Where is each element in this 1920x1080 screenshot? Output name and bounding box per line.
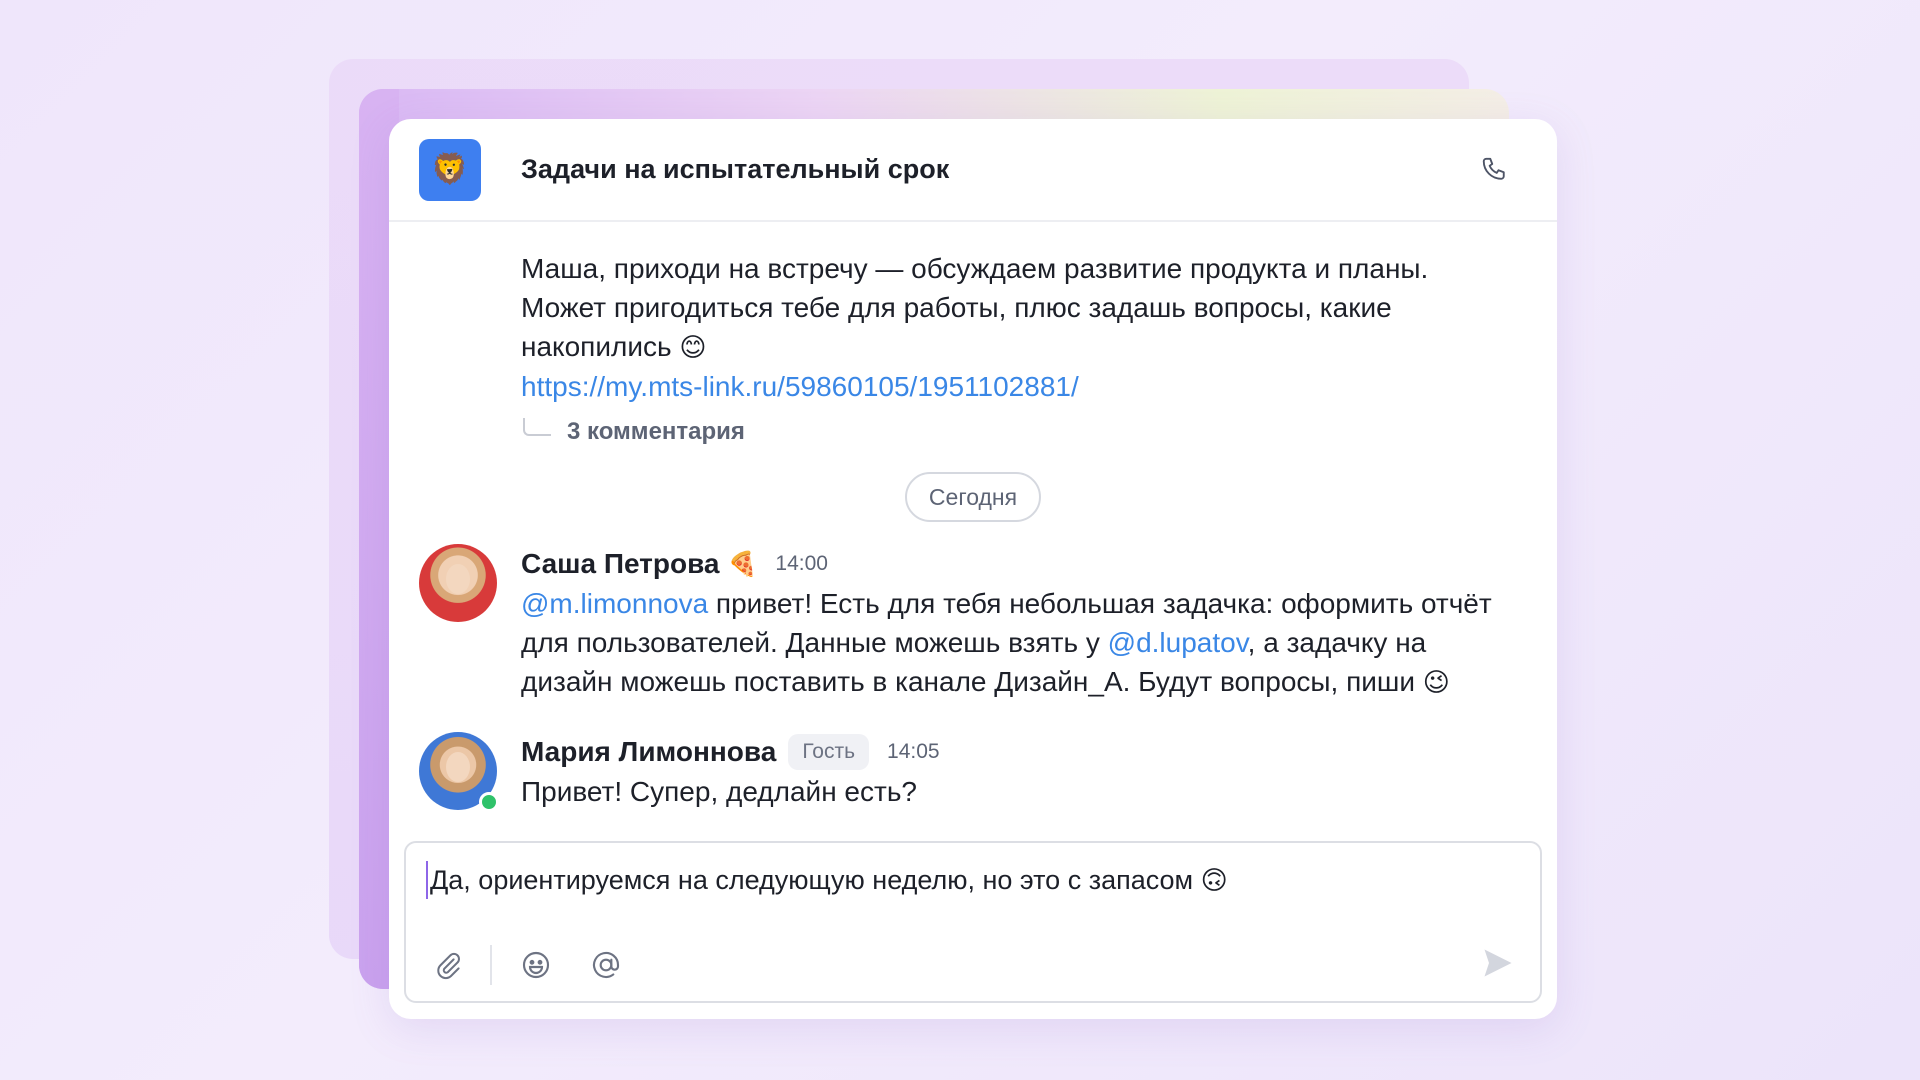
lion-emoji-icon: 🦁 — [431, 153, 469, 186]
emoji-button[interactable] — [514, 943, 558, 987]
comments-thread-link[interactable]: 3 комментария — [523, 418, 1527, 446]
emoji-icon — [522, 951, 550, 979]
send-icon — [1484, 949, 1512, 977]
avatar[interactable] — [419, 732, 499, 812]
composer-toolbar — [426, 943, 628, 987]
message-item: Мария Лимоннова Гость 14:05 Привет! Супе… — [419, 732, 1527, 812]
date-chip: Сегодня — [904, 472, 1042, 522]
upside-down-emoji-icon: 🙃 — [1200, 865, 1228, 895]
chat-window: 🦁 Задачи на испытательный срок Маша, при… — [389, 119, 1557, 1019]
online-status-icon — [479, 792, 499, 812]
message-fragment: для пользователей. Данные можешь взять у — [521, 627, 1108, 658]
chat-avatar[interactable]: 🦁 — [419, 138, 481, 201]
pizza-emoji-icon: 🍕 — [727, 550, 758, 578]
message-text: @m.limonnova привет! Есть для тебя небол… — [521, 584, 1527, 702]
message-feed: Маша, приходи на встречу — обсуждаем раз… — [389, 222, 1557, 812]
attach-button[interactable] — [426, 943, 470, 987]
message-time: 14:00 — [775, 552, 828, 575]
send-button[interactable] — [1474, 939, 1522, 987]
mention-icon — [593, 951, 620, 979]
message-line: Может пригодиться тебе для работы, плюс … — [521, 292, 1392, 323]
author-name[interactable]: Саша Петрова — [521, 548, 720, 580]
message-line: накопились — [521, 331, 672, 362]
chat-header: 🦁 Задачи на испытательный срок — [389, 119, 1557, 222]
author-name[interactable]: Мария Лимоннова — [521, 736, 776, 768]
mention-button[interactable] — [584, 943, 628, 987]
message-fragment: привет! Есть для тебя небольшая задачка:… — [708, 588, 1492, 619]
mention-link[interactable]: @m.limonnova — [521, 588, 708, 619]
avatar-face — [446, 752, 470, 782]
paperclip-icon — [437, 952, 460, 980]
message-fragment: дизайн можешь поставить в канале Дизайн_… — [521, 666, 1415, 697]
message-header: Мария Лимоннова Гость 14:05 — [521, 732, 1527, 772]
message-time: 14:05 — [887, 740, 940, 763]
wink-emoji-icon: 😉 — [1422, 667, 1450, 697]
message-header: Саша Петрова 🍕 14:00 — [521, 544, 1527, 584]
chat-title: Задачи на испытательный срок — [521, 154, 950, 184]
comments-count: 3 комментария — [567, 418, 745, 445]
mention-link[interactable]: @d.lupatov — [1108, 627, 1248, 658]
avatar-face — [446, 564, 470, 594]
message-body: Саша Петрова 🍕 14:00 @m.limonnova привет… — [521, 544, 1527, 702]
thread-branch-icon — [523, 418, 551, 436]
meeting-link[interactable]: https://my.mts-link.ru/59860105/19511028… — [521, 371, 1079, 402]
message-body: Мария Лимоннова Гость 14:05 Привет! Супе… — [521, 732, 1527, 811]
avatar[interactable] — [419, 544, 497, 622]
message-line: Маша, приходи на встречу — обсуждаем раз… — [521, 253, 1429, 284]
phone-icon — [1482, 157, 1505, 180]
message-item: Саша Петрова 🍕 14:00 @m.limonnova привет… — [419, 544, 1527, 702]
message-composer[interactable]: Да, ориентируемся на следующую неделю, н… — [404, 841, 1542, 1003]
message-text: Привет! Супер, дедлайн есть? — [521, 776, 917, 807]
call-button[interactable] — [1473, 148, 1517, 192]
guest-badge: Гость — [788, 734, 870, 770]
composer-draft-text: Да, ориентируемся на следующую неделю, н… — [430, 865, 1194, 895]
toolbar-divider — [490, 945, 492, 985]
composer-input[interactable]: Да, ориентируемся на следующую неделю, н… — [426, 861, 1520, 899]
smile-emoji-icon: 😊 — [679, 332, 707, 362]
message-text: Маша, приходи на встречу — обсуждаем раз… — [521, 249, 1527, 406]
message-fragment: , а задачку на — [1247, 627, 1427, 658]
date-separator: Сегодня — [419, 472, 1527, 522]
message-announcement: Маша, приходи на встречу — обсуждаем раз… — [419, 222, 1527, 446]
